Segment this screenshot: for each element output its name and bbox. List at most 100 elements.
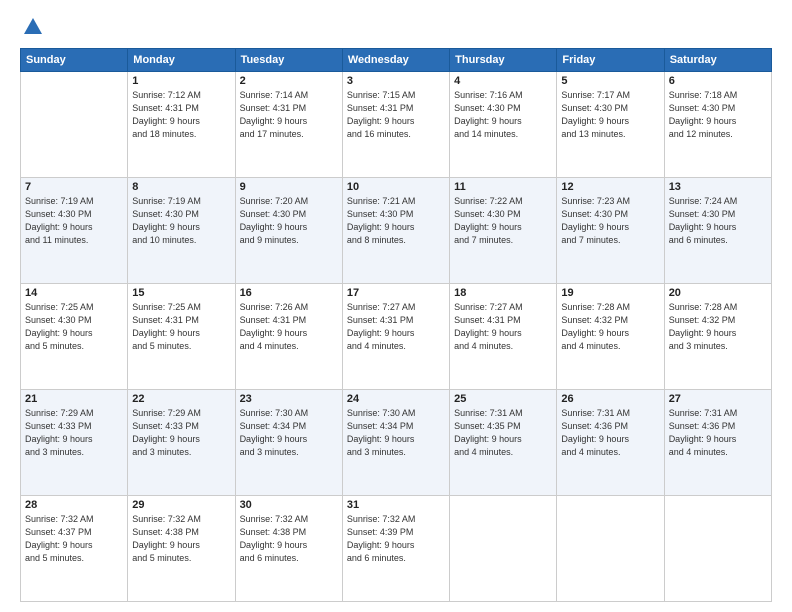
day-info: Sunrise: 7:23 AM Sunset: 4:30 PM Dayligh…: [561, 195, 659, 247]
day-info: Sunrise: 7:26 AM Sunset: 4:31 PM Dayligh…: [240, 301, 338, 353]
day-number: 22: [132, 393, 230, 405]
day-number: 21: [25, 393, 123, 405]
day-info: Sunrise: 7:27 AM Sunset: 4:31 PM Dayligh…: [454, 301, 552, 353]
calendar-cell: [450, 496, 557, 602]
day-number: 18: [454, 287, 552, 299]
day-number: 3: [347, 75, 445, 87]
day-number: 31: [347, 499, 445, 511]
day-number: 29: [132, 499, 230, 511]
day-info: Sunrise: 7:31 AM Sunset: 4:35 PM Dayligh…: [454, 407, 552, 459]
weekday-header: Tuesday: [235, 49, 342, 72]
calendar-cell: 13Sunrise: 7:24 AM Sunset: 4:30 PM Dayli…: [664, 178, 771, 284]
day-number: 27: [669, 393, 767, 405]
day-info: Sunrise: 7:28 AM Sunset: 4:32 PM Dayligh…: [561, 301, 659, 353]
day-info: Sunrise: 7:22 AM Sunset: 4:30 PM Dayligh…: [454, 195, 552, 247]
calendar-cell: 1 Sunrise: 7:12 AM Sunset: 4:31 PM Daylig…: [128, 72, 235, 178]
day-info: Sunrise: 7:29 AM Sunset: 4:33 PM Dayligh…: [132, 407, 230, 459]
day-info: Sunrise: 7:28 AM Sunset: 4:32 PM Dayligh…: [669, 301, 767, 353]
weekday-header: Saturday: [664, 49, 771, 72]
day-info: Sunrise: 7:32 AM Sunset: 4:39 PM Dayligh…: [347, 513, 445, 565]
calendar-cell: 21 Sunrise: 7:29 AM Sunset: 4:33 PM Dayli…: [21, 390, 128, 496]
calendar-cell: 11Sunrise: 7:22 AM Sunset: 4:30 PM Dayli…: [450, 178, 557, 284]
calendar-cell: 14 Sunrise: 7:25 AM Sunset: 4:30 PM Dayli…: [21, 284, 128, 390]
calendar-cell: 31 Sunrise: 7:32 AM Sunset: 4:39 PM Dayli…: [342, 496, 449, 602]
calendar-cell: 28 Sunrise: 7:32 AM Sunset: 4:37 PM Dayli…: [21, 496, 128, 602]
weekday-header: Wednesday: [342, 49, 449, 72]
day-number: 26: [561, 393, 659, 405]
day-info: Sunrise: 7:25 AM Sunset: 4:31 PM Dayligh…: [132, 301, 230, 353]
day-info: Sunrise: 7:32 AM Sunset: 4:37 PM Dayligh…: [25, 513, 123, 565]
day-info: Sunrise: 7:32 AM Sunset: 4:38 PM Dayligh…: [132, 513, 230, 565]
calendar-cell: 29 Sunrise: 7:32 AM Sunset: 4:38 PM Dayli…: [128, 496, 235, 602]
calendar-cell: 22 Sunrise: 7:29 AM Sunset: 4:33 PM Dayli…: [128, 390, 235, 496]
page: SundayMondayTuesdayWednesdayThursdayFrid…: [0, 0, 792, 612]
day-number: 10: [347, 181, 445, 193]
weekday-header: Monday: [128, 49, 235, 72]
day-info: Sunrise: 7:24 AM Sunset: 4:30 PM Dayligh…: [669, 195, 767, 247]
calendar-cell: 6Sunrise: 7:18 AM Sunset: 4:30 PM Daylig…: [664, 72, 771, 178]
day-info: Sunrise: 7:32 AM Sunset: 4:38 PM Dayligh…: [240, 513, 338, 565]
calendar-cell: [664, 496, 771, 602]
calendar-cell: [21, 72, 128, 178]
calendar-cell: 3Sunrise: 7:15 AM Sunset: 4:31 PM Daylig…: [342, 72, 449, 178]
day-info: Sunrise: 7:12 AM Sunset: 4:31 PM Dayligh…: [132, 89, 230, 141]
logo-icon: [22, 16, 44, 38]
day-number: 7: [25, 181, 123, 193]
calendar-cell: 24 Sunrise: 7:30 AM Sunset: 4:34 PM Dayli…: [342, 390, 449, 496]
weekday-header: Thursday: [450, 49, 557, 72]
header: [20, 16, 772, 38]
calendar-cell: 7 Sunrise: 7:19 AM Sunset: 4:30 PM Daylig…: [21, 178, 128, 284]
day-info: Sunrise: 7:14 AM Sunset: 4:31 PM Dayligh…: [240, 89, 338, 141]
calendar-cell: 12 Sunrise: 7:23 AM Sunset: 4:30 PM Dayli…: [557, 178, 664, 284]
calendar-cell: 15 Sunrise: 7:25 AM Sunset: 4:31 PM Dayli…: [128, 284, 235, 390]
day-info: Sunrise: 7:30 AM Sunset: 4:34 PM Dayligh…: [347, 407, 445, 459]
day-number: 28: [25, 499, 123, 511]
calendar-cell: 10 Sunrise: 7:21 AM Sunset: 4:30 PM Dayli…: [342, 178, 449, 284]
day-number: 9: [240, 181, 338, 193]
calendar-cell: 26 Sunrise: 7:31 AM Sunset: 4:36 PM Dayli…: [557, 390, 664, 496]
calendar-cell: 18 Sunrise: 7:27 AM Sunset: 4:31 PM Dayli…: [450, 284, 557, 390]
calendar-cell: 2 Sunrise: 7:14 AM Sunset: 4:31 PM Daylig…: [235, 72, 342, 178]
calendar-week-row: 21 Sunrise: 7:29 AM Sunset: 4:33 PM Dayli…: [21, 390, 772, 496]
day-info: Sunrise: 7:31 AM Sunset: 4:36 PM Dayligh…: [561, 407, 659, 459]
day-number: 1: [132, 75, 230, 87]
day-number: 30: [240, 499, 338, 511]
calendar-cell: 5Sunrise: 7:17 AM Sunset: 4:30 PM Daylig…: [557, 72, 664, 178]
day-number: 12: [561, 181, 659, 193]
day-number: 8: [132, 181, 230, 193]
calendar-cell: [557, 496, 664, 602]
calendar-cell: 25 Sunrise: 7:31 AM Sunset: 4:35 PM Dayli…: [450, 390, 557, 496]
calendar-cell: 23Sunrise: 7:30 AM Sunset: 4:34 PM Dayli…: [235, 390, 342, 496]
calendar-cell: 27 Sunrise: 7:31 AM Sunset: 4:36 PM Dayli…: [664, 390, 771, 496]
day-info: Sunrise: 7:19 AM Sunset: 4:30 PM Dayligh…: [25, 195, 123, 247]
day-info: Sunrise: 7:19 AM Sunset: 4:30 PM Dayligh…: [132, 195, 230, 247]
calendar-week-row: 14 Sunrise: 7:25 AM Sunset: 4:30 PM Dayli…: [21, 284, 772, 390]
day-info: Sunrise: 7:16 AM Sunset: 4:30 PM Dayligh…: [454, 89, 552, 141]
day-info: Sunrise: 7:25 AM Sunset: 4:30 PM Dayligh…: [25, 301, 123, 353]
day-info: Sunrise: 7:21 AM Sunset: 4:30 PM Dayligh…: [347, 195, 445, 247]
calendar-cell: 9 Sunrise: 7:20 AM Sunset: 4:30 PM Daylig…: [235, 178, 342, 284]
calendar-header-row: SundayMondayTuesdayWednesdayThursdayFrid…: [21, 49, 772, 72]
day-number: 6: [669, 75, 767, 87]
day-number: 20: [669, 287, 767, 299]
day-number: 14: [25, 287, 123, 299]
day-number: 17: [347, 287, 445, 299]
day-info: Sunrise: 7:29 AM Sunset: 4:33 PM Dayligh…: [25, 407, 123, 459]
calendar-cell: 20 Sunrise: 7:28 AM Sunset: 4:32 PM Dayli…: [664, 284, 771, 390]
logo: [20, 16, 44, 38]
day-number: 25: [454, 393, 552, 405]
day-number: 15: [132, 287, 230, 299]
day-info: Sunrise: 7:20 AM Sunset: 4:30 PM Dayligh…: [240, 195, 338, 247]
calendar-cell: 30 Sunrise: 7:32 AM Sunset: 4:38 PM Dayli…: [235, 496, 342, 602]
day-number: 24: [347, 393, 445, 405]
day-number: 5: [561, 75, 659, 87]
day-number: 2: [240, 75, 338, 87]
calendar-cell: 17Sunrise: 7:27 AM Sunset: 4:31 PM Dayli…: [342, 284, 449, 390]
calendar-table: SundayMondayTuesdayWednesdayThursdayFrid…: [20, 48, 772, 602]
day-number: 4: [454, 75, 552, 87]
weekday-header: Friday: [557, 49, 664, 72]
calendar-week-row: 28 Sunrise: 7:32 AM Sunset: 4:37 PM Dayli…: [21, 496, 772, 602]
day-info: Sunrise: 7:30 AM Sunset: 4:34 PM Dayligh…: [240, 407, 338, 459]
day-info: Sunrise: 7:31 AM Sunset: 4:36 PM Dayligh…: [669, 407, 767, 459]
calendar-cell: 8 Sunrise: 7:19 AM Sunset: 4:30 PM Daylig…: [128, 178, 235, 284]
